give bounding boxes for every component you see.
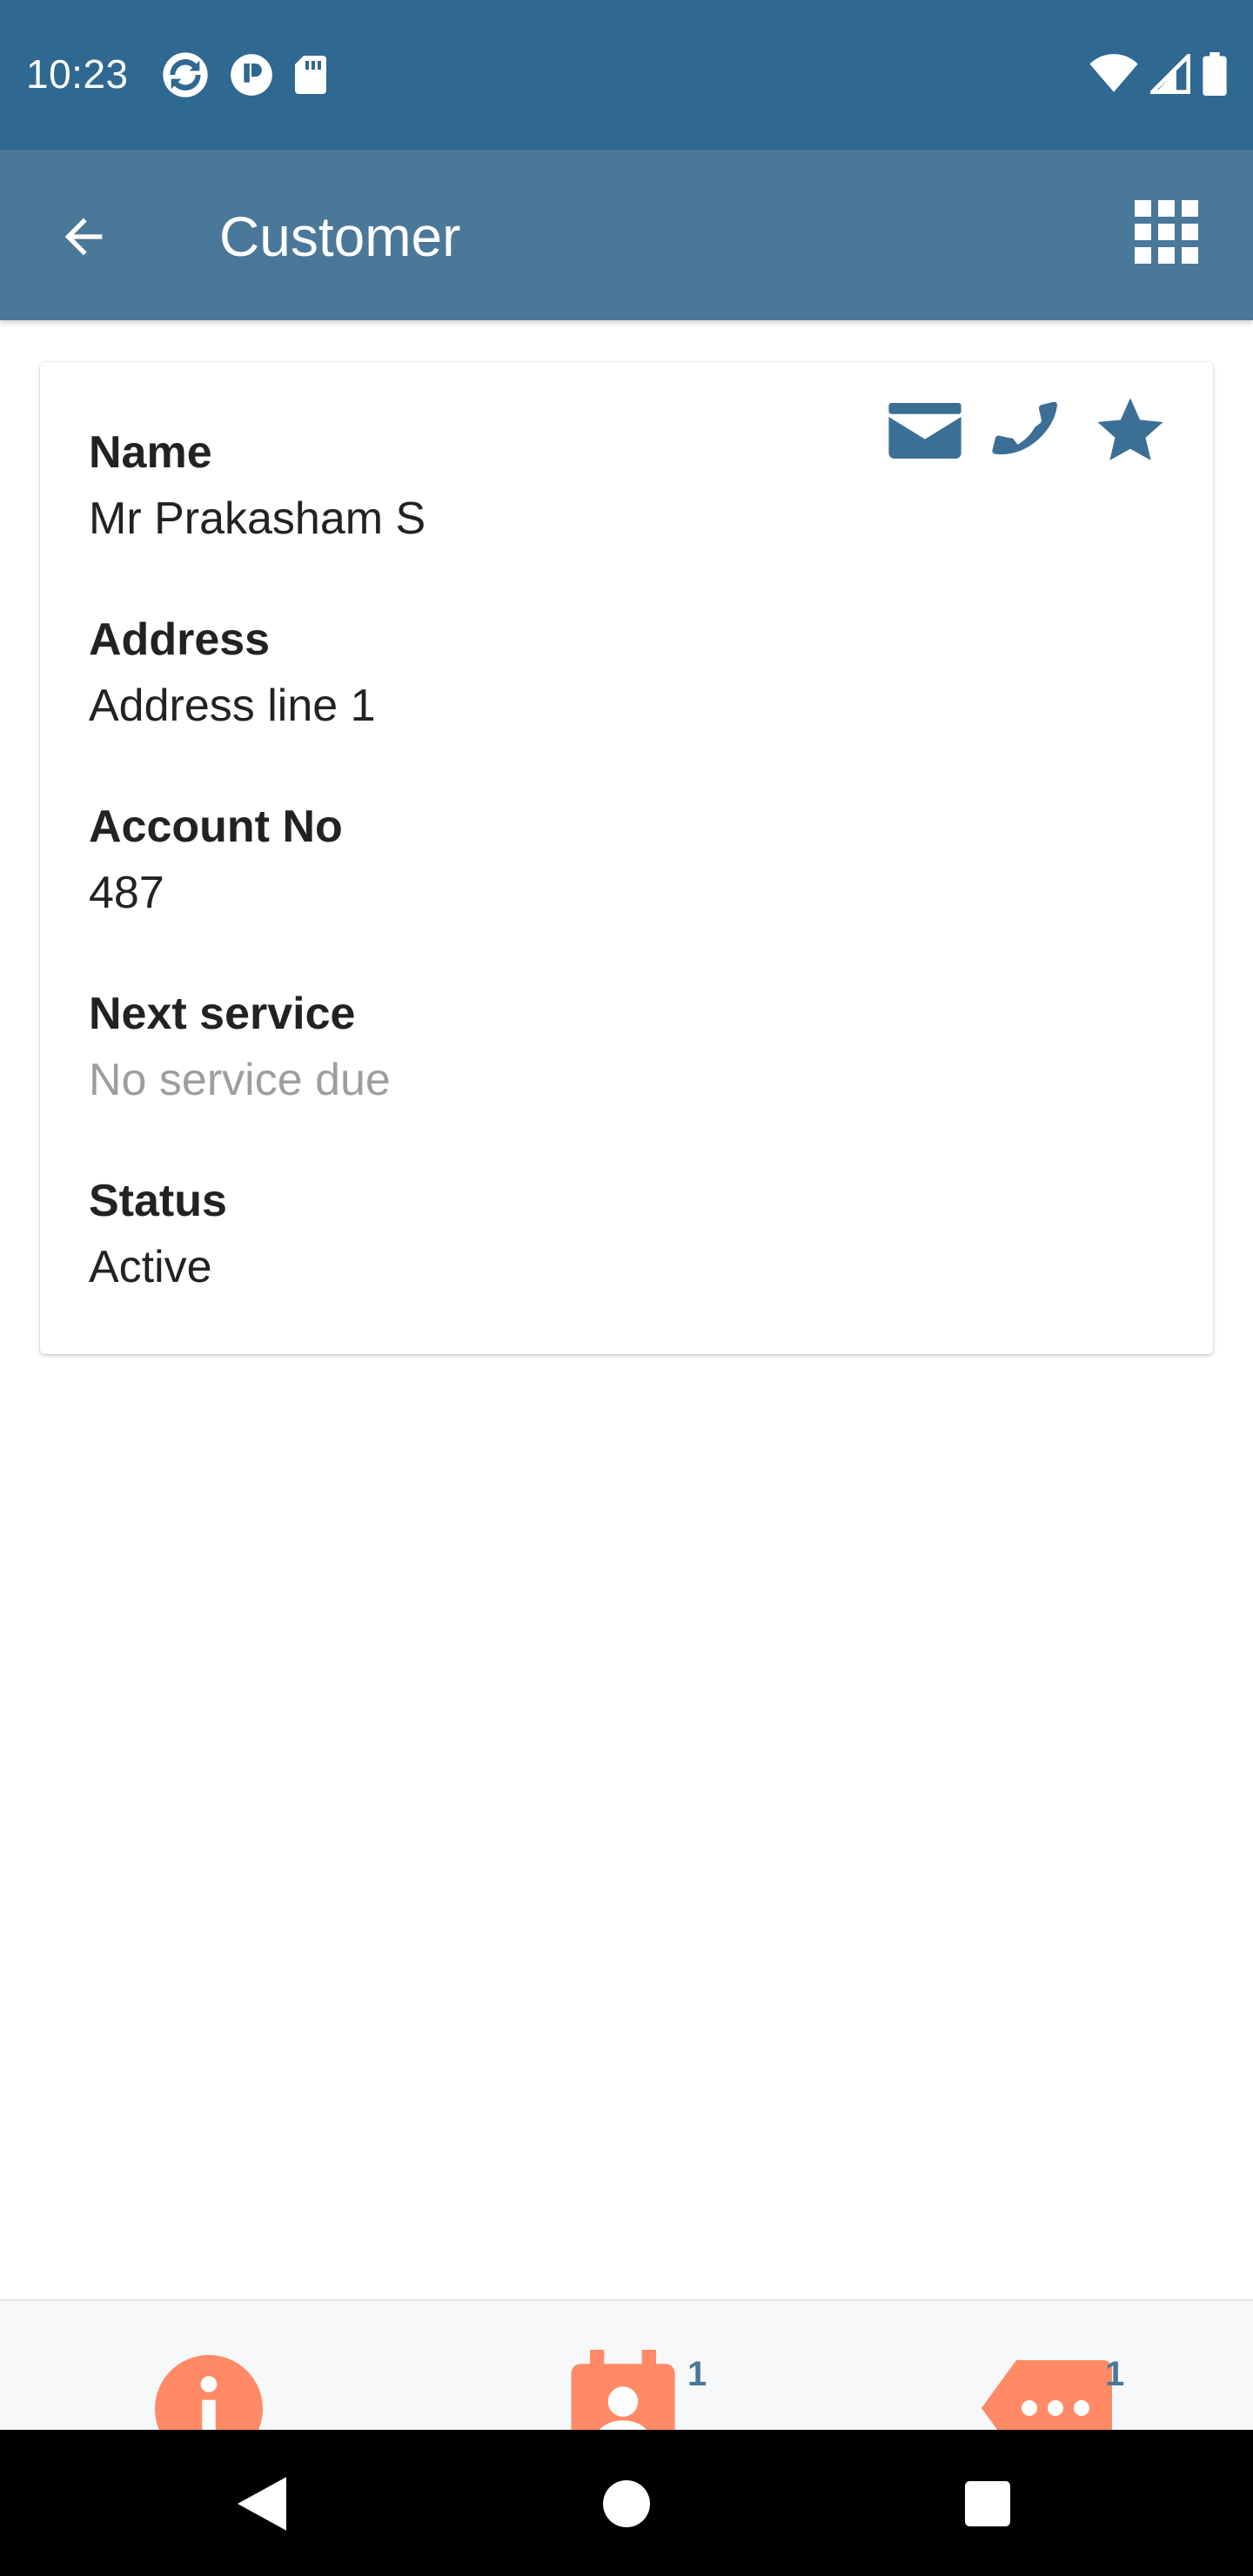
field-value: Address line 1 — [89, 681, 376, 731]
bottom-tab-bar: 1 1 — [0, 2299, 1253, 2430]
messages-badge: 1 — [1105, 2355, 1125, 2393]
field-value: 487 — [89, 868, 164, 918]
nav-home-button[interactable] — [587, 2465, 666, 2543]
nav-recents-button[interactable] — [948, 2465, 1027, 2543]
phone-button[interactable] — [990, 393, 1065, 468]
wifi-icon — [1089, 54, 1138, 92]
field-label: Status — [89, 1176, 227, 1226]
star-icon — [1097, 398, 1163, 461]
name-field: Name Mr Prakasham S — [89, 426, 425, 545]
app-bar: Customer — [0, 150, 1253, 320]
card-actions — [888, 393, 1168, 468]
email-button[interactable] — [888, 393, 962, 468]
back-triangle-icon — [238, 2477, 286, 2531]
address-field: Address Address line 1 — [89, 614, 376, 732]
nav-back-button[interactable] — [223, 2465, 301, 2543]
status-system-icons — [1089, 52, 1227, 96]
calendar-person-icon — [571, 2350, 675, 2430]
email-icon — [888, 403, 962, 459]
favorite-button[interactable] — [1093, 393, 1168, 468]
phone-icon — [992, 401, 1057, 455]
field-value: No service due — [89, 1055, 391, 1105]
field-label: Next service — [89, 989, 356, 1039]
status-notification-icons — [161, 50, 328, 99]
status-bar: 10:23 — [0, 0, 1253, 150]
battery-icon — [1203, 52, 1227, 96]
tab-appointments[interactable]: 1 — [566, 2301, 722, 2430]
home-circle-icon — [603, 2480, 650, 2527]
next-service-field: Next service No service due — [89, 988, 391, 1106]
account-no-field: Account No 487 — [89, 801, 343, 919]
tab-messages[interactable]: 1 — [975, 2301, 1140, 2430]
field-value: Mr Prakasham S — [89, 493, 426, 544]
sync-icon — [163, 52, 208, 97]
grid-menu-icon — [1135, 200, 1204, 264]
system-nav-bar — [0, 2430, 1253, 2576]
appointments-badge: 1 — [687, 2355, 707, 2393]
cell-signal-icon — [1150, 54, 1190, 94]
field-value: Active — [89, 1242, 212, 1292]
tab-info[interactable] — [148, 2301, 270, 2430]
message-tag-icon — [982, 2360, 1112, 2430]
arrow-left-icon — [64, 218, 103, 256]
back-button[interactable] — [49, 202, 118, 272]
status-time: 10:23 — [26, 51, 129, 97]
customer-details-card: Name Mr Prakasham S Address Address line… — [40, 362, 1213, 1354]
status-field: Status Active — [89, 1175, 227, 1293]
field-label: Address — [89, 614, 271, 665]
field-label: Account No — [89, 802, 343, 852]
field-label: Name — [89, 427, 212, 478]
info-icon — [155, 2355, 263, 2430]
grid-menu-button[interactable] — [1135, 200, 1204, 270]
app-notification-icon — [231, 54, 272, 96]
page-title: Customer — [219, 205, 461, 268]
recents-square-icon — [965, 2481, 1010, 2526]
sd-card-icon — [295, 56, 326, 94]
